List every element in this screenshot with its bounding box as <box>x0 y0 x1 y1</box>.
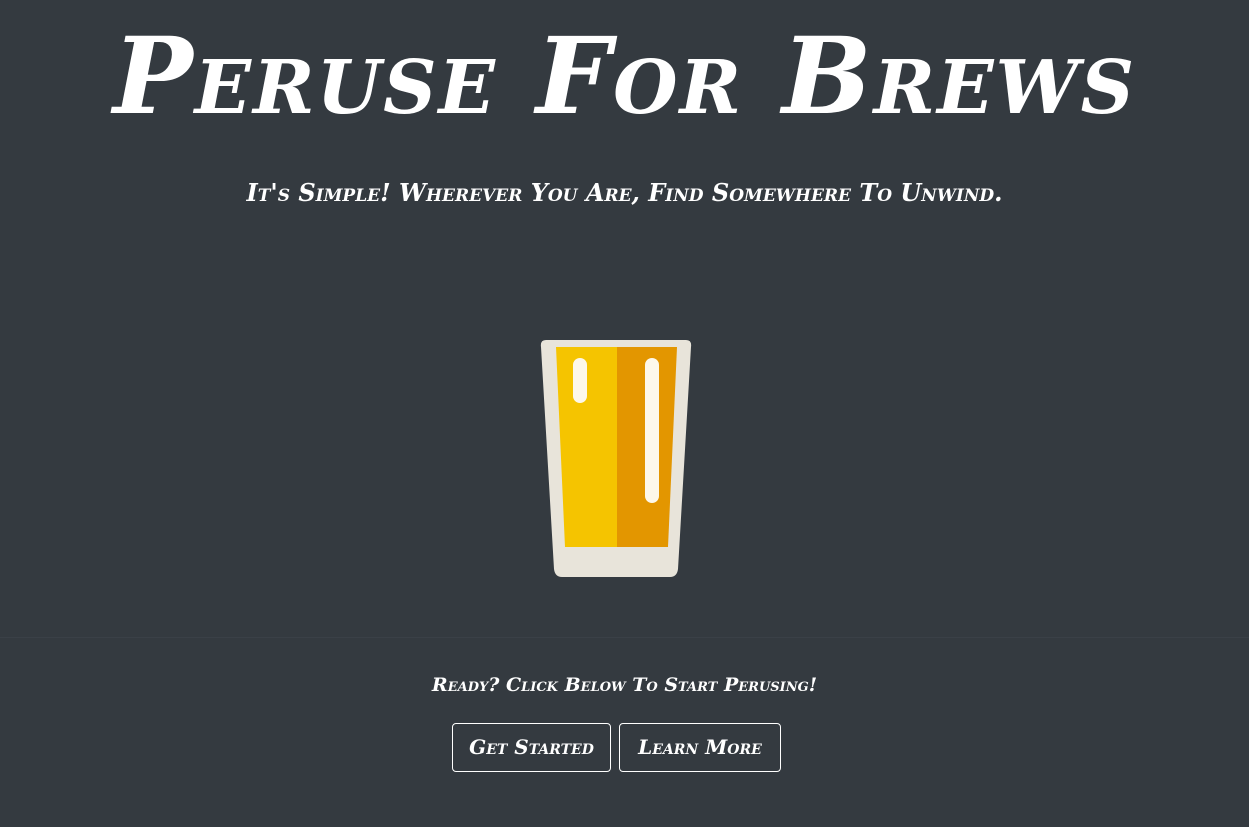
hero-section: Peruse For Brews It's Simple! Wherever Y… <box>0 0 1249 638</box>
page-title: Peruse For Brews <box>112 13 1137 138</box>
glass-highlight-short <box>573 358 587 403</box>
page-subtitle: It's Simple! Wherever You Are, Find Some… <box>246 178 1003 207</box>
glass-highlight-long <box>645 358 659 503</box>
footer-section: Ready? Click Below To Start Perusing! Ge… <box>0 638 1249 827</box>
cta-text: Ready? Click Below To Start Perusing! <box>431 674 818 696</box>
get-started-button[interactable]: Get Started <box>452 723 611 772</box>
learn-more-button[interactable]: Learn More <box>619 723 781 772</box>
beer-glass-icon <box>540 340 692 577</box>
